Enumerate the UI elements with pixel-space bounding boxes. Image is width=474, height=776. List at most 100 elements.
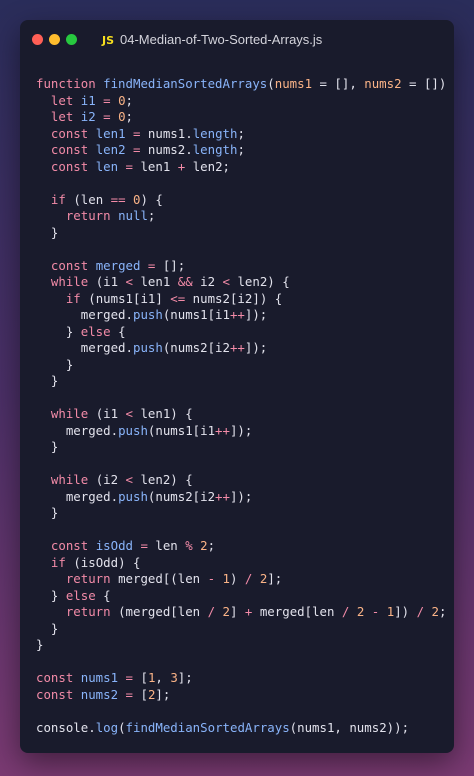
minimize-window-button[interactable] <box>49 34 60 45</box>
code-line: return (merged[len / 2] + merged[len / 2… <box>36 604 454 621</box>
code-token: ( <box>267 76 275 91</box>
code-line: merged.push(nums1[i1++]); <box>36 307 454 324</box>
code-token: < <box>222 274 230 289</box>
code-token: = [], <box>312 76 365 91</box>
code-token: = <box>118 686 141 702</box>
javascript-file-icon: JS <box>102 34 115 47</box>
file-tab[interactable]: JS 04-Median-of-Two-Sorted-Arrays.js <box>102 32 322 47</box>
code-token: nums2[i2]) { <box>185 290 283 306</box>
code-line: return merged[(len - 1) / 2]; <box>36 571 454 588</box>
code-line: const nums2 = [2]; <box>36 687 454 704</box>
code-line: if (isOdd) { <box>36 555 454 572</box>
code-token: && <box>177 274 193 289</box>
code-token: { <box>95 587 111 603</box>
code-token: ] <box>230 604 245 619</box>
code-line: } <box>36 637 454 654</box>
code-token: (len <box>73 191 111 207</box>
code-token: = <box>118 158 141 174</box>
code-token: - <box>207 571 216 586</box>
code-token: log <box>95 719 119 735</box>
code-token: = <box>125 125 148 141</box>
code-token: merged. <box>36 340 133 355</box>
code-token: (nums2[i2 <box>162 340 230 355</box>
code-token: ( <box>118 719 126 735</box>
code-line: } <box>36 373 454 390</box>
code-token: } <box>36 323 81 339</box>
code-token: len2; <box>185 158 231 174</box>
code-line: const len1 = nums1.length; <box>36 126 454 143</box>
file-name: 04-Median-of-Two-Sorted-Arrays.js <box>120 32 323 47</box>
code-token: while <box>50 274 96 289</box>
code-token: = <box>125 142 148 157</box>
code-token: ]) <box>394 604 417 619</box>
code-token: (nums1[i1 <box>147 422 216 438</box>
code-token: 0 <box>118 92 126 108</box>
code-line: } <box>36 505 454 522</box>
code-line: while (i2 < len2) { <box>36 472 454 489</box>
code-token: nums1 <box>80 670 119 685</box>
code-token: (i1 <box>95 274 126 289</box>
code-token: len1 <box>140 158 178 174</box>
code-token: length <box>192 125 238 141</box>
code-line: const len = len1 + len2; <box>36 159 454 176</box>
code-window: JS 04-Median-of-Two-Sorted-Arrays.js func… <box>20 20 454 753</box>
code-token: let <box>50 92 81 108</box>
code-line: } else { <box>36 588 454 605</box>
code-token: (i1 <box>95 406 126 421</box>
code-token: (nums1[i1] <box>88 290 171 306</box>
code-token: while <box>50 406 96 421</box>
code-editor[interactable]: function findMedianSortedArrays(nums1 = … <box>36 76 454 736</box>
code-line: while (i1 < len1) { <box>36 406 454 423</box>
code-token: len2 <box>95 142 126 157</box>
code-line: if (nums1[i1] <= nums2[i2]) { <box>36 291 454 308</box>
code-token: } <box>36 356 74 372</box>
code-line: function findMedianSortedArrays(nums1 = … <box>36 76 454 93</box>
code-token: , <box>155 670 171 685</box>
code-token: []; <box>162 257 186 273</box>
title-bar: JS 04-Median-of-Two-Sorted-Arrays.js <box>20 20 454 60</box>
code-line: } else { <box>36 324 454 341</box>
maximize-window-button[interactable] <box>66 34 77 45</box>
code-line: const nums1 = [1, 3]; <box>36 670 454 687</box>
code-line: } <box>36 225 454 242</box>
code-token: i2 <box>80 109 96 124</box>
code-token: [ <box>140 670 148 685</box>
code-token: return <box>65 208 119 223</box>
code-token: length <box>192 142 238 157</box>
code-token: } <box>36 224 59 240</box>
code-token: while <box>50 472 96 487</box>
code-token: nums1 <box>274 76 313 91</box>
code-token: merged[(len <box>118 571 208 586</box>
code-token: const <box>36 686 81 702</box>
code-token: isOdd <box>95 538 133 553</box>
code-token: } <box>36 637 44 652</box>
code-line: console.log(findMedianSortedArrays(nums1… <box>36 720 454 737</box>
code-line: } <box>36 621 454 638</box>
code-token: const <box>50 538 96 553</box>
code-line: const isOdd = len % 2; <box>36 538 454 555</box>
code-token: len1) { <box>133 406 193 421</box>
code-token: ]); <box>244 307 268 322</box>
code-token: ; <box>207 538 216 553</box>
close-window-button[interactable] <box>32 34 43 45</box>
code-token: const <box>50 142 96 157</box>
code-token: else <box>65 587 96 603</box>
code-token: console. <box>36 719 96 735</box>
code-line: if (len == 0) { <box>36 192 454 209</box>
code-token: ; <box>237 125 245 141</box>
code-token: <= <box>170 290 186 306</box>
code-token: } <box>36 587 66 603</box>
